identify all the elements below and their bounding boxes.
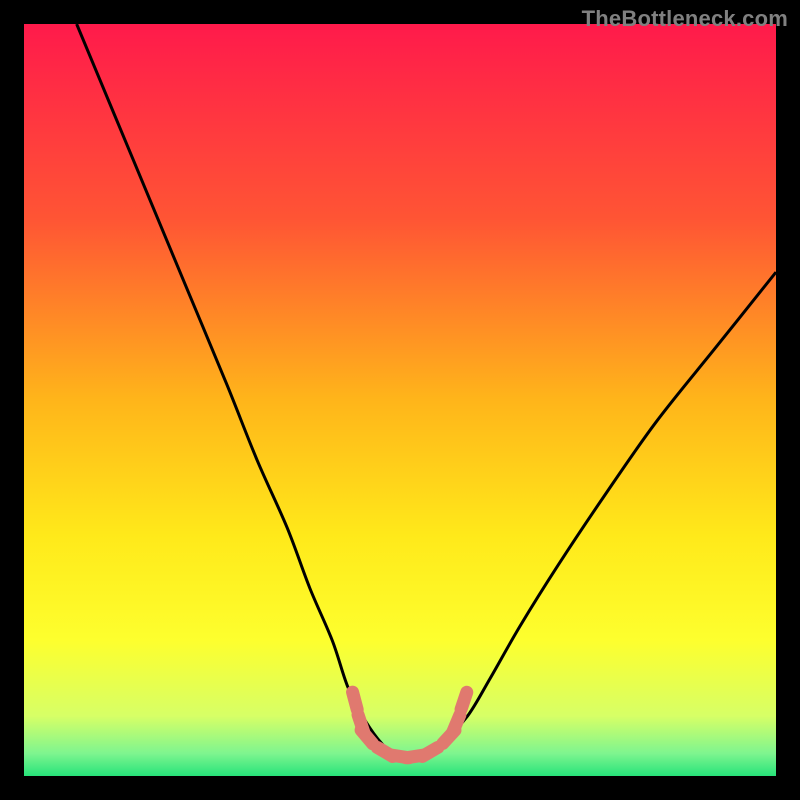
chart-frame: [24, 24, 776, 776]
bottleneck-plot: [24, 24, 776, 776]
gradient-background: [24, 24, 776, 776]
watermark-text: TheBottleneck.com: [582, 6, 788, 32]
safe-zone-marker: [361, 730, 373, 744]
safe-zone-marker: [461, 692, 467, 709]
safe-zone-marker: [422, 747, 438, 756]
safe-zone-marker: [453, 715, 460, 732]
safe-zone-marker: [353, 692, 358, 709]
